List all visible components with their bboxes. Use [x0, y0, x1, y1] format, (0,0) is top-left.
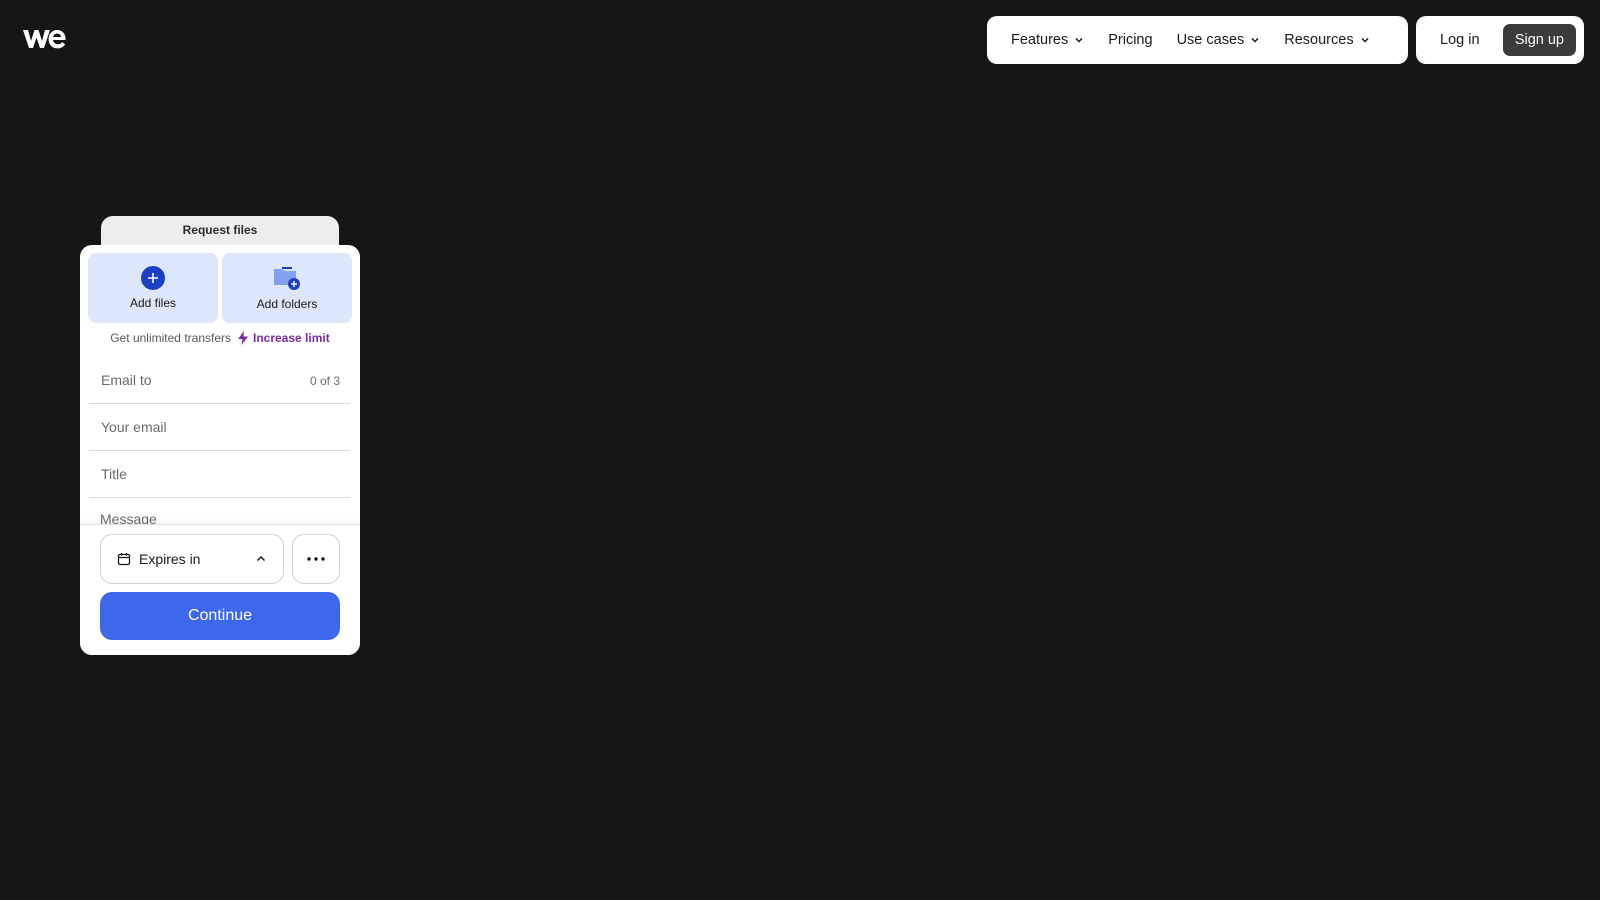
expires-label: Expires in	[139, 551, 201, 567]
upgrade-banner: Get unlimited transfers Increase limit	[80, 331, 360, 345]
expires-dropdown[interactable]: Expires in	[100, 534, 284, 584]
nav-item-label: Resources	[1284, 32, 1354, 48]
title-field[interactable]: Title	[89, 451, 350, 498]
login-link[interactable]: Log in	[1440, 32, 1480, 48]
chevron-down-icon	[1251, 37, 1259, 43]
folder-plus-icon	[274, 267, 300, 290]
bottom-actions: Expires in Continue	[80, 524, 360, 655]
calendar-icon	[117, 553, 131, 566]
lightning-icon	[238, 331, 248, 345]
add-files-button[interactable]: Add files	[88, 253, 218, 323]
add-folders-label: Add folders	[256, 297, 318, 311]
add-buttons-row: Add files Add folders	[88, 253, 352, 323]
signup-button[interactable]: Sign up	[1502, 24, 1576, 56]
chevron-down-icon	[1075, 37, 1083, 43]
email-to-count: 0 of 3	[309, 374, 340, 388]
nav-item-label: Use cases	[1176, 32, 1245, 48]
auth-nav: Log in Sign up	[1416, 16, 1584, 64]
upload-panel: Add files Add folders Get unlimited tran…	[80, 245, 360, 655]
add-folders-button[interactable]: Add folders	[222, 253, 352, 323]
plus-circle-icon	[141, 266, 165, 290]
email-to-field[interactable]: Email to 0 of 3	[89, 357, 350, 404]
nav-item-resources[interactable]: Resources	[1284, 32, 1369, 48]
top-nav: Features Pricing Use cases Resources	[987, 16, 1408, 64]
title-placeholder: Title	[101, 466, 127, 482]
increase-limit-label: Increase limit	[253, 331, 330, 345]
upgrade-text: Get unlimited transfers	[110, 331, 231, 345]
wetransfer-logo-icon[interactable]	[22, 26, 66, 52]
nav-item-use-cases[interactable]: Use cases	[1177, 32, 1261, 48]
add-files-label: Add files	[129, 296, 177, 310]
chevron-up-icon	[256, 555, 266, 562]
email-to-placeholder: Email to	[101, 372, 152, 388]
continue-button[interactable]: Continue	[100, 592, 340, 640]
nav-item-label: Pricing	[1108, 32, 1153, 48]
chevron-down-icon	[1361, 37, 1369, 43]
more-options-button[interactable]	[292, 534, 340, 584]
nav-item-features[interactable]: Features	[1011, 32, 1084, 48]
your-email-field[interactable]: Your email	[89, 404, 350, 451]
increase-limit-link[interactable]: Increase limit	[237, 331, 330, 345]
more-dots-icon	[307, 557, 325, 561]
nav-item-pricing[interactable]: Pricing	[1108, 32, 1152, 48]
your-email-placeholder: Your email	[101, 419, 167, 435]
nav-item-label: Features	[1011, 32, 1069, 48]
